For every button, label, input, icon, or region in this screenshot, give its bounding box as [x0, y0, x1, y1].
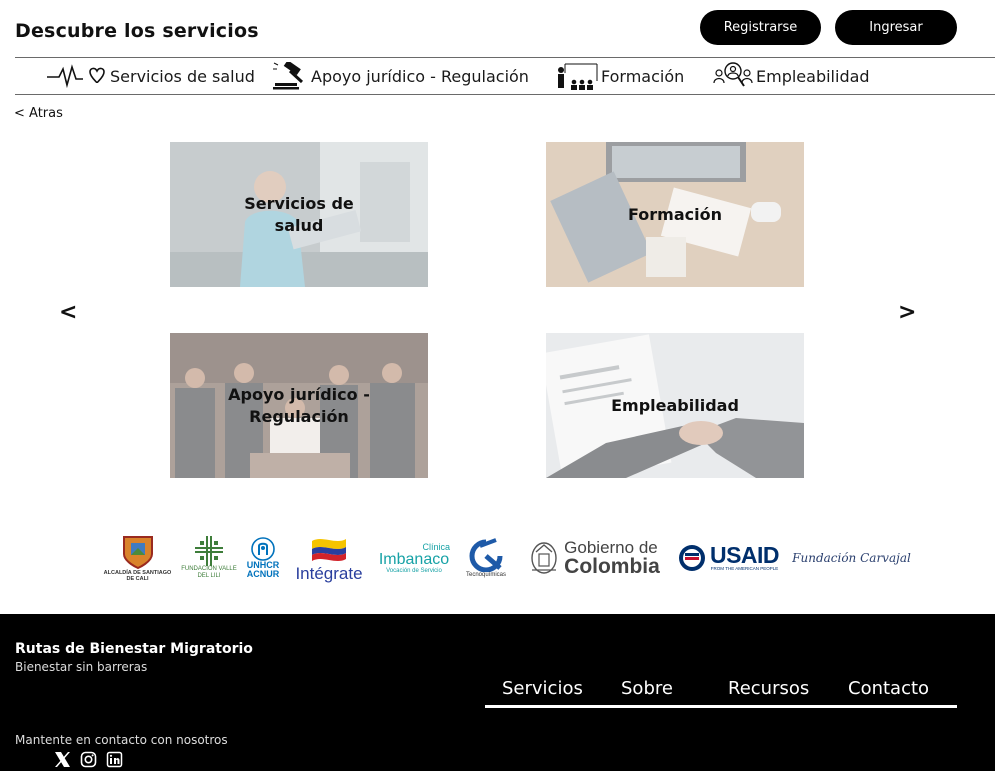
- card-label: Servicios de salud: [244, 193, 354, 235]
- card-label: Apoyo jurídico - Regulación: [228, 384, 370, 426]
- footer: Rutas de Bienestar Migratorio Bienestar …: [0, 614, 995, 771]
- carousel-next-button[interactable]: >: [898, 302, 916, 324]
- services-nav: Servicios de salud Apoyo jurídico - Regu…: [0, 58, 995, 94]
- nav-label: Empleabilidad: [756, 66, 870, 86]
- footer-link-contact[interactable]: Contacto: [848, 678, 929, 699]
- register-button[interactable]: Registrarse: [700, 10, 821, 45]
- instagram-icon[interactable]: [80, 751, 97, 768]
- card-training[interactable]: Formación: [546, 142, 804, 287]
- people-search-icon: [713, 61, 753, 91]
- card-label: Formación: [628, 204, 722, 224]
- back-link[interactable]: < Atras: [14, 106, 63, 121]
- gavel-icon: [272, 62, 308, 90]
- carousel-prev-button[interactable]: <: [59, 302, 77, 324]
- nav-item-legal[interactable]: Apoyo jurídico - Regulación: [272, 58, 529, 94]
- tecnoquimicas-logo: Tecnoquímicas: [456, 526, 516, 590]
- fundacion-carvajal-logo: Fundación Carvajal: [792, 551, 911, 565]
- partner-logos: ALCALDÍA DE SANTIAGO DE CALI FUNDACIÓN V…: [100, 526, 915, 590]
- linkedin-icon[interactable]: [106, 751, 123, 768]
- card-employability[interactable]: Empleabilidad: [546, 333, 804, 478]
- unhcr-acnur-logo: UNHCR ACNUR: [242, 526, 284, 590]
- nav-item-health[interactable]: Servicios de salud: [45, 58, 255, 94]
- gobierno-de-colombia-logo: Gobierno de Colombia: [520, 526, 668, 590]
- usaid-logo: USAID FROM THE AMERICAN PEOPLE: [672, 526, 784, 590]
- footer-link-resources[interactable]: Recursos: [728, 678, 809, 699]
- footer-tagline: Bienestar sin barreras: [15, 660, 148, 674]
- footer-link-services[interactable]: Servicios: [502, 678, 583, 699]
- integrate-logo: Intégrate: [290, 526, 368, 590]
- nav-item-employability[interactable]: Empleabilidad: [713, 58, 870, 94]
- card-label: Empleabilidad: [611, 395, 739, 415]
- login-button[interactable]: Ingresar: [835, 10, 957, 45]
- footer-title: Rutas de Bienestar Migratorio: [15, 641, 253, 657]
- alcaldia-cali-logo: ALCALDÍA DE SANTIAGO DE CALI: [100, 526, 175, 590]
- header: Descubre los servicios Registrarse Ingre…: [0, 0, 995, 58]
- clinica-imbanaco-logo: Clínica Imbanaco Vocación de Servicio: [378, 541, 450, 574]
- teacher-icon: [556, 61, 598, 91]
- footer-contact-text: Mantente en contacto con nosotros: [15, 733, 228, 747]
- footer-nav: Servicios Sobre Recursos Contacto: [485, 678, 957, 708]
- nav-label: Formación: [601, 66, 685, 86]
- card-legal-support[interactable]: Apoyo jurídico - Regulación: [170, 333, 428, 478]
- x-icon[interactable]: [54, 751, 71, 768]
- nav-label: Servicios de salud: [110, 66, 255, 86]
- heartbeat-icon: [45, 64, 107, 88]
- nav-label: Apoyo jurídico - Regulación: [311, 66, 529, 86]
- fundacion-valle-del-lili-logo: FUNDACIÓN VALLE DEL LILI: [180, 526, 238, 590]
- social-links: [54, 751, 123, 768]
- divider: [15, 94, 995, 95]
- nav-item-training[interactable]: Formación: [556, 58, 684, 94]
- footer-link-about[interactable]: Sobre: [621, 678, 673, 699]
- card-health-services[interactable]: Servicios de salud: [170, 142, 428, 287]
- page-title: Descubre los servicios: [15, 20, 259, 42]
